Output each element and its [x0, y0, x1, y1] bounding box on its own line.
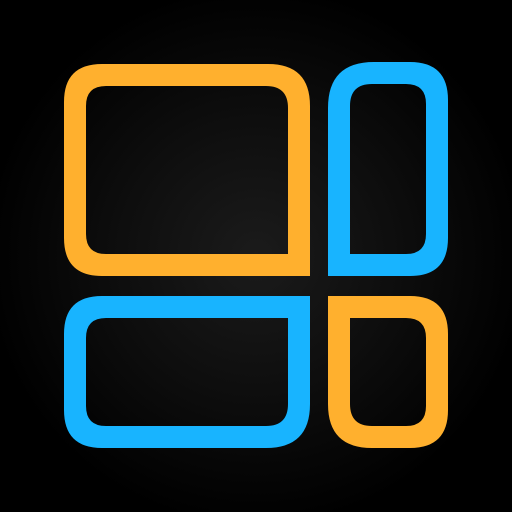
top-left-tile [64, 64, 310, 276]
top-right-tile [328, 62, 448, 276]
dashboard-grid-icon [64, 62, 448, 448]
app-icon-canvas [0, 0, 512, 512]
bottom-right-tile [328, 296, 448, 448]
bottom-left-tile [64, 296, 310, 448]
